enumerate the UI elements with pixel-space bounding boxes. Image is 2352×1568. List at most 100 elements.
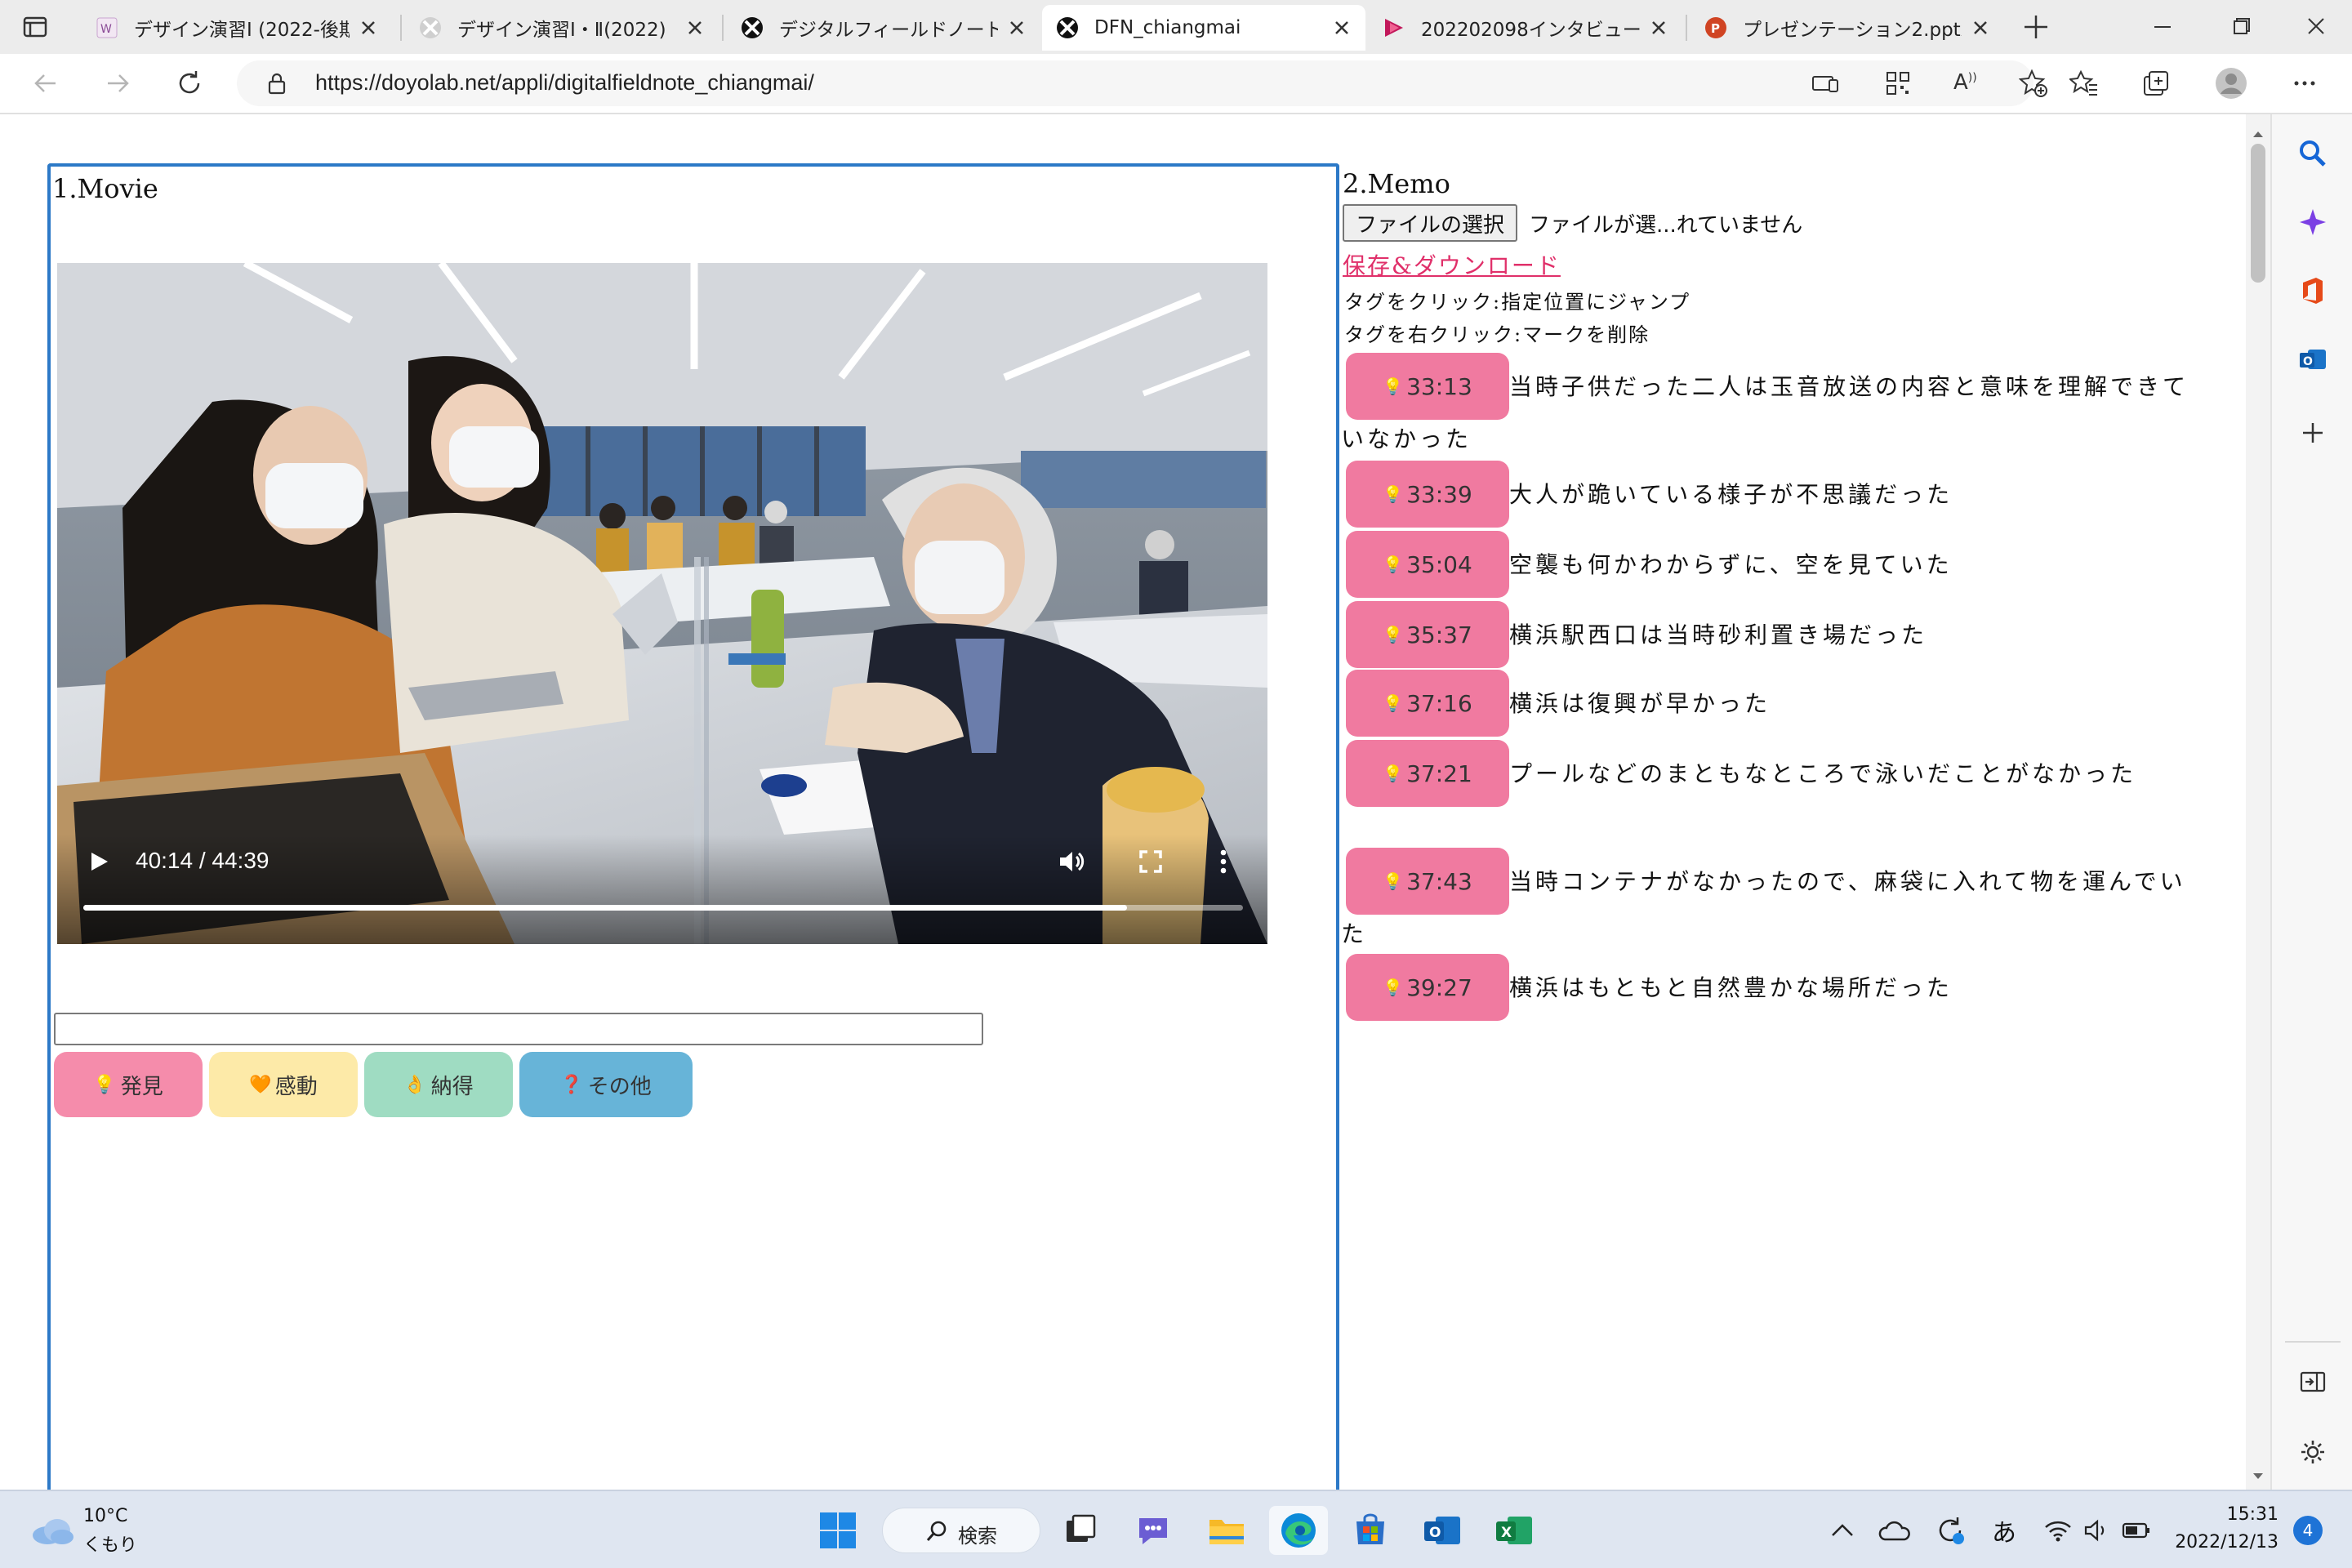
weather-temperature: 10°C [83, 1506, 128, 1526]
timestamp-tag[interactable]: 💡 37:43 [1346, 848, 1509, 915]
scroll-down-arrow-icon[interactable] [2252, 1468, 2264, 1484]
close-icon[interactable] [1006, 17, 1027, 38]
more-options-icon[interactable] [1218, 848, 1228, 879]
restore-button[interactable] [2225, 13, 2257, 41]
lightbulb-icon: 💡 [1383, 625, 1404, 644]
timestamp-tag[interactable]: 💡 37:21 [1346, 740, 1509, 807]
favorites-icon[interactable] [2066, 65, 2102, 101]
memo-section-title: 2.Memo [1343, 168, 1450, 199]
address-bar[interactable]: https://doyolab.net/appli/digitalfieldno… [237, 60, 2047, 106]
excel-icon[interactable]: X [1490, 1506, 1539, 1555]
file-explorer-icon[interactable] [1202, 1506, 1251, 1555]
wifi-icon[interactable] [2040, 1506, 2076, 1555]
profile-avatar[interactable] [2213, 65, 2249, 101]
ime-indicator[interactable]: あ [1986, 1506, 2022, 1555]
close-icon[interactable] [358, 17, 379, 38]
lightbulb-icon: 💡 [1383, 484, 1404, 504]
weather-widget[interactable]: 10°C くもり [29, 1506, 144, 1556]
timestamp-tag[interactable]: 💡 39:27 [1346, 954, 1509, 1021]
tab-digital-field-note[interactable]: デジタルフィールドノート [727, 5, 1040, 51]
add-icon[interactable] [2292, 412, 2334, 454]
play-icon[interactable] [87, 849, 111, 877]
tab-design-practice[interactable]: デザイン演習Ⅰ・Ⅱ(2022) [405, 5, 719, 51]
settings-more-icon[interactable] [2287, 65, 2323, 101]
other-tag-button[interactable]: ❓ その他 [519, 1052, 693, 1117]
show-hidden-icons-icon[interactable] [1826, 1506, 1859, 1555]
back-button[interactable] [28, 65, 64, 101]
doyolab-logo-icon [418, 16, 443, 40]
close-icon[interactable] [684, 17, 706, 38]
tab-title: デザイン演習Ⅰ・Ⅱ(2022) [457, 20, 666, 41]
task-view-icon[interactable] [1055, 1506, 1104, 1555]
convinced-tag-button[interactable]: 👌 納得 [364, 1052, 513, 1117]
button-label: その他 [587, 1074, 652, 1099]
url-text[interactable]: https://doyolab.net/appli/digitalfieldno… [315, 70, 814, 96]
outlook-icon[interactable]: O [1418, 1506, 1467, 1555]
search-icon[interactable] [2292, 132, 2334, 175]
heart-icon: 🧡 [249, 1074, 272, 1095]
volume-icon[interactable] [2079, 1506, 2115, 1555]
scroll-up-arrow-icon[interactable] [2252, 126, 2264, 141]
search-icon [925, 1520, 948, 1546]
gear-icon[interactable] [2292, 1431, 2334, 1473]
clock[interactable]: 15:31 2022/12/13 [2172, 1501, 2278, 1560]
file-status-text: ファイルが選...れていません [1529, 213, 1803, 238]
tab-title: デザイン演習I (2022-後期- [134, 20, 350, 41]
memo-text-input[interactable] [54, 1013, 983, 1045]
fullscreen-icon[interactable] [1138, 849, 1163, 877]
video-player[interactable]: 40:14 / 44:39 [57, 263, 1267, 944]
minimize-button[interactable] [2146, 13, 2179, 41]
chat-icon[interactable] [1129, 1506, 1178, 1555]
qr-code-icon[interactable] [1885, 70, 1911, 100]
discovery-tag-button[interactable]: 💡 発見 [54, 1052, 203, 1117]
close-window-button[interactable] [2300, 13, 2332, 41]
edge-browser-icon[interactable] [1269, 1506, 1328, 1555]
close-icon[interactable] [1648, 17, 1669, 38]
tab-interview-video[interactable]: 202202098インタビュー.mp [1369, 5, 1682, 51]
collections-icon[interactable] [2138, 65, 2174, 101]
forward-button[interactable] [100, 65, 136, 101]
volume-icon[interactable] [1057, 848, 1086, 879]
tab-presentation[interactable]: P プレゼンテーション2.pptx [1690, 5, 2004, 51]
timestamp-tag[interactable]: 💡 33:13 [1346, 353, 1509, 420]
app-available-icon[interactable] [1811, 70, 1839, 100]
lock-icon[interactable] [266, 72, 287, 98]
timestamp-tag[interactable]: 💡 35:04 [1346, 531, 1509, 598]
taskbar-search-box[interactable]: 検索 [882, 1508, 1040, 1553]
timestamp-tag[interactable]: 💡 37:16 [1346, 670, 1509, 737]
button-label: 納得 [430, 1074, 474, 1099]
hide-sidebar-icon[interactable] [2292, 1361, 2334, 1403]
store-icon[interactable] [1346, 1506, 1395, 1555]
sync-icon[interactable] [1932, 1506, 1968, 1555]
add-favorite-icon[interactable] [2018, 69, 2048, 101]
tab-design-lms[interactable]: W デザイン演習I (2022-後期- [82, 5, 392, 51]
seek-bar[interactable] [83, 905, 1243, 911]
timestamp-tag[interactable]: 💡 35:37 [1346, 601, 1509, 668]
close-icon[interactable] [1970, 17, 1991, 38]
scrollbar-thumb[interactable] [2251, 144, 2265, 283]
battery-icon[interactable] [2118, 1506, 2154, 1555]
movie-panel: 1.Movie 40:14 / 44:39 💡 発見 🧡 感動 👌 納得 ❓ そ… [47, 163, 1339, 1490]
notification-badge[interactable]: 4 [2293, 1516, 2323, 1545]
reload-button[interactable] [172, 65, 207, 101]
timestamp-tag[interactable]: 💡 33:39 [1346, 461, 1509, 528]
outlook-icon[interactable]: O [2292, 338, 2334, 381]
page-scrollbar[interactable] [2246, 114, 2270, 1490]
onedrive-icon[interactable] [1878, 1506, 1911, 1555]
tab-actions-button[interactable] [21, 13, 49, 41]
tab-title: 202202098インタビュー.mp [1421, 20, 1640, 41]
impressed-tag-button[interactable]: 🧡 感動 [209, 1052, 358, 1117]
read-aloud-icon[interactable]: A)) [1953, 70, 1977, 95]
clock-time: 15:31 [2226, 1504, 2278, 1525]
clock-date: 2022/12/13 [2175, 1532, 2278, 1552]
memo-entry: 💡 35:37 横浜駅西口は当時砂利置き場だった [1341, 601, 2190, 668]
windows-start-icon[interactable] [813, 1506, 862, 1555]
copilot-sparkle-icon[interactable] [2292, 201, 2334, 243]
close-icon[interactable] [1331, 17, 1352, 38]
save-download-link[interactable]: 保存&ダウンロード [1343, 248, 1561, 281]
file-choose-button[interactable]: ファイルの選択 [1343, 204, 1518, 242]
tab-dfn-chiangmai[interactable]: DFN_chiangmai [1042, 5, 1365, 51]
new-tab-button[interactable] [2020, 11, 2051, 42]
office-icon[interactable] [2292, 270, 2334, 312]
help-text-click: タグをクリック:指定位置にジャンプ [1344, 291, 1691, 314]
